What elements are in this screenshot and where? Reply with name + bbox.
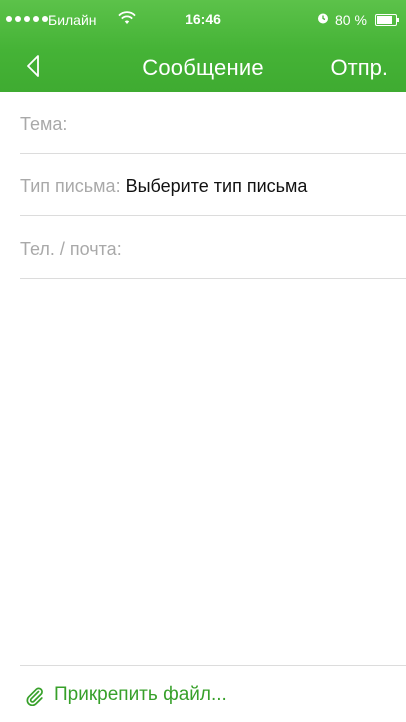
alarm-icon: [318, 13, 328, 24]
message-type-row: Тип письма: Выберите тип письма: [20, 176, 307, 197]
contact-label: Тел. / почта:: [20, 239, 122, 259]
status-bar: Билайн 16:46 80 %: [0, 0, 406, 40]
battery-icon: [375, 14, 399, 26]
message-body-input[interactable]: [20, 280, 406, 665]
attach-file-button[interactable]: Прикрепить файл...: [20, 665, 406, 722]
message-type-field[interactable]: Тип письма: Выберите тип письма: [20, 154, 406, 216]
attach-file-label: Прикрепить файл...: [54, 684, 227, 705]
subject-label: Тема:: [20, 114, 68, 134]
message-type-value[interactable]: Выберите тип письма: [126, 176, 308, 196]
battery-percent: 80 %: [335, 12, 367, 28]
message-type-label: Тип письма:: [20, 176, 121, 196]
paperclip-icon: [26, 687, 43, 706]
header: Билайн 16:46 80 % Сообщение Отпр.: [0, 0, 406, 92]
navigation-bar: Сообщение Отпр.: [0, 40, 406, 92]
send-button[interactable]: Отпр.: [331, 55, 388, 81]
subject-field[interactable]: Тема:: [20, 92, 406, 154]
contact-field[interactable]: Тел. / почта:: [20, 217, 406, 279]
message-compose-screen: Билайн 16:46 80 % Сообщение Отпр. Тема: …: [0, 0, 406, 722]
